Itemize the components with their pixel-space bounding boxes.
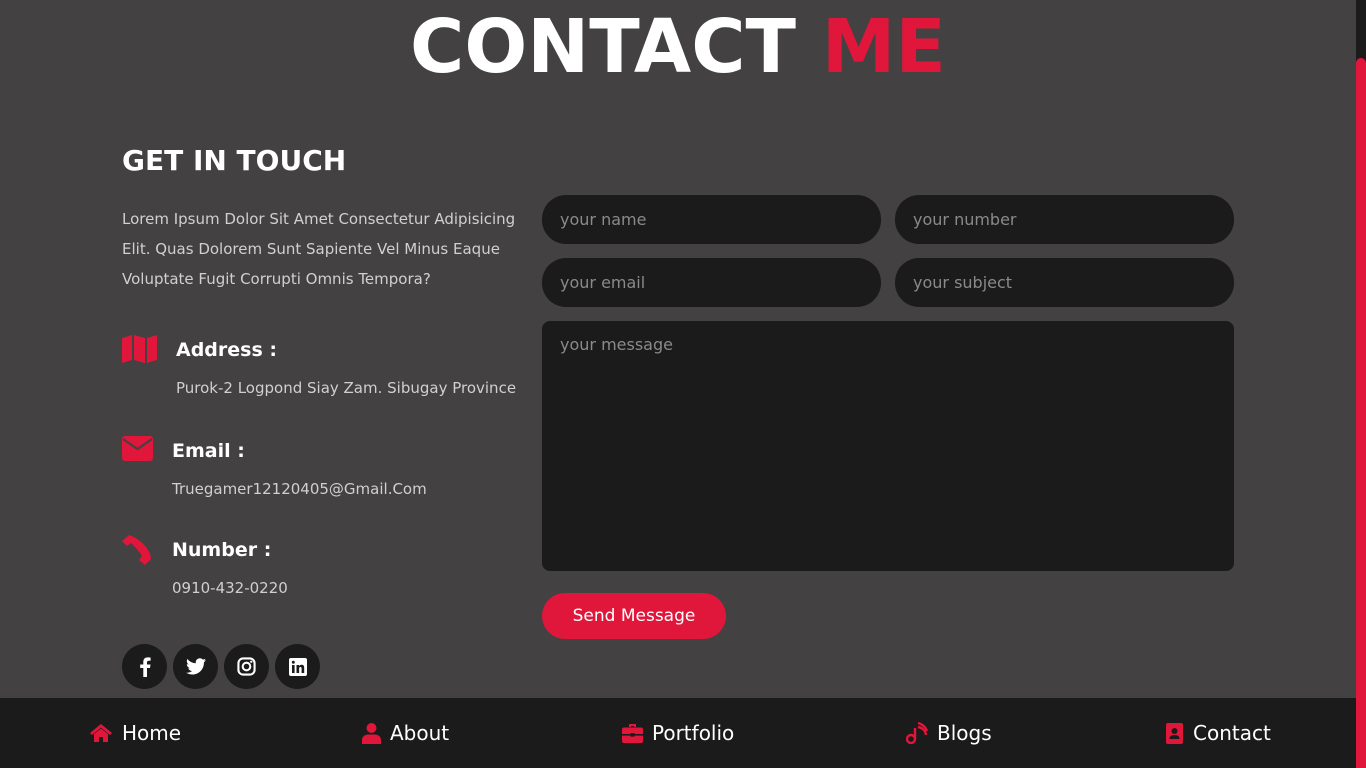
name-input[interactable] — [542, 195, 881, 244]
heading-main: CONTACT — [410, 4, 796, 90]
nav-blogs[interactable]: Blogs — [906, 698, 992, 768]
intro-text: Lorem Ipsum Dolor Sit Amet Consectetur A… — [122, 210, 516, 288]
number-value: 0910-432-0220 — [172, 579, 288, 597]
nav-contact[interactable]: Contact — [1166, 698, 1271, 768]
page-heading: CONTACT ME — [0, 2, 1356, 92]
get-in-touch-title: GET IN TOUCH — [122, 144, 347, 177]
number-input[interactable] — [895, 195, 1234, 244]
email-label: Email : — [172, 440, 245, 462]
map-icon — [122, 335, 157, 367]
scrollbar-thumb[interactable] — [1356, 58, 1366, 768]
linkedin-icon — [288, 657, 307, 676]
facebook-icon — [139, 656, 151, 677]
nav-contact-label: Contact — [1193, 721, 1271, 745]
bottom-navbar: Home About Portfolio Blogs Contact — [0, 698, 1356, 768]
message-textarea[interactable] — [542, 321, 1234, 571]
heading-accent: ME — [821, 4, 946, 90]
twitter-link[interactable] — [173, 644, 218, 689]
send-message-button[interactable]: Send Message — [542, 593, 726, 639]
nav-about-label: About — [390, 721, 450, 745]
instagram-icon — [237, 657, 256, 676]
nav-home[interactable]: Home — [89, 698, 181, 768]
email-input[interactable] — [542, 258, 881, 307]
instagram-link[interactable] — [224, 644, 269, 689]
address-label: Address : — [176, 339, 277, 361]
email-value: Truegamer12120405@Gmail.Com — [172, 480, 427, 498]
number-label: Number : — [172, 539, 272, 561]
social-links — [122, 644, 320, 689]
nav-home-label: Home — [122, 721, 182, 745]
envelope-icon — [122, 436, 153, 465]
blog-icon — [906, 722, 928, 744]
linkedin-link[interactable] — [275, 644, 320, 689]
nav-blogs-label: Blogs — [937, 721, 992, 745]
facebook-link[interactable] — [122, 644, 167, 689]
user-icon — [362, 722, 381, 744]
nav-portfolio-label: Portfolio — [652, 721, 735, 745]
contact-book-icon — [1166, 722, 1183, 744]
twitter-icon — [185, 658, 206, 675]
home-icon — [90, 724, 112, 742]
phone-icon — [122, 535, 153, 569]
nav-about[interactable]: About — [362, 698, 449, 768]
nav-portfolio[interactable]: Portfolio — [622, 698, 734, 768]
briefcase-icon — [622, 723, 643, 743]
subject-input[interactable] — [895, 258, 1234, 307]
address-value: Purok-2 Logpond Siay Zam. Sibugay Provin… — [176, 379, 517, 397]
